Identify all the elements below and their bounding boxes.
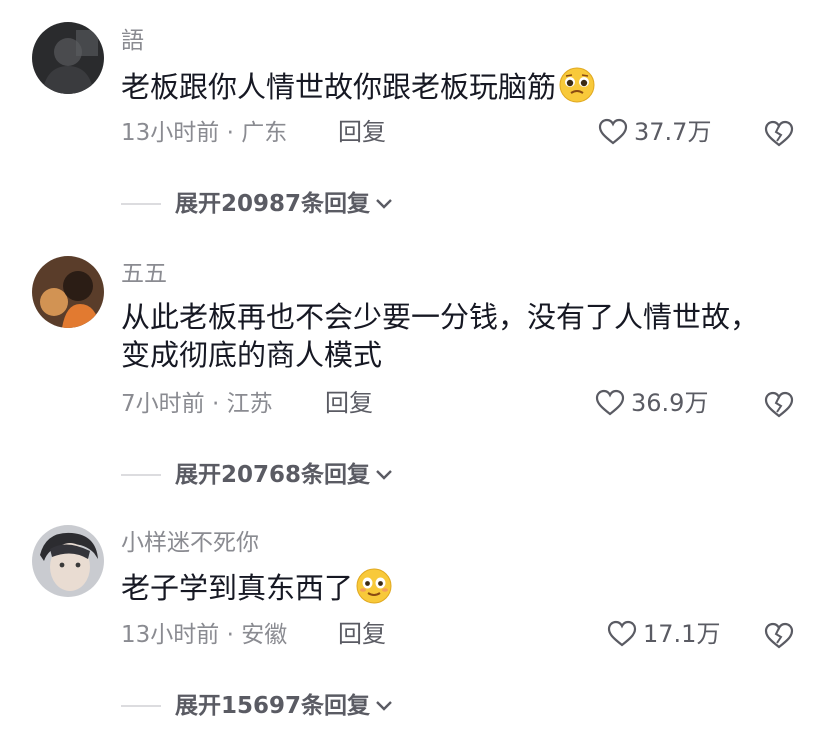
meta-separator: · [219,120,242,146]
comment-location: 安徽 [241,622,288,648]
comment-location: 江苏 [226,391,273,417]
heart-outline-icon [598,118,628,145]
pleading-face-emoji-icon [558,66,596,113]
like-button[interactable]: 17.1万 [607,619,720,649]
heart-outline-icon [595,389,625,416]
comment-meta: 7小时前 · 江苏 [121,389,273,419]
comment-meta: 13小时前 · 广东 [121,118,287,148]
comment-location: 广东 [241,120,288,146]
broken-heart-icon [764,120,794,147]
comment-text: 老子学到真东西了 [121,567,801,614]
like-count: 37.7万 [634,118,712,146]
comment-time: 7小时前 [121,391,205,417]
meta-separator: · [219,622,242,648]
expand-replies-button[interactable]: 展开20768条回复 [121,460,394,490]
reply-button[interactable]: 回复 [338,619,386,649]
expand-replies-label: 展开15697条回复 [175,693,371,719]
username[interactable]: 小样迷不死你 [121,528,259,558]
comment-text-content: 老子学到真东西了 [121,571,354,605]
reply-button[interactable]: 回复 [325,388,373,418]
dislike-button[interactable] [764,391,794,423]
broken-heart-icon [764,622,794,649]
like-count: 36.9万 [631,389,709,417]
expand-replies-label: 展开20768条回复 [175,462,371,488]
chevron-down-icon [376,199,392,209]
divider-line [121,474,161,476]
comment-text: 老板跟你人情世故你跟老板玩脑筋 [121,66,801,113]
comment-time: 13小时前 [121,622,220,648]
reply-button[interactable]: 回复 [338,117,386,147]
like-button[interactable]: 36.9万 [595,388,708,418]
expand-replies-button[interactable]: 展开15697条回复 [121,691,394,721]
comment-text-content: 老板跟你人情世故你跟老板玩脑筋 [121,70,557,104]
dislike-button[interactable] [764,120,794,152]
meta-separator: · [204,391,227,417]
expand-replies-label: 展开20987条回复 [175,191,371,217]
like-count: 17.1万 [643,620,721,648]
divider-line [121,705,161,707]
avatar[interactable] [32,256,104,328]
dislike-button[interactable] [764,622,794,654]
chevron-down-icon [376,701,392,711]
comment-time: 13小时前 [121,120,220,146]
username[interactable]: 五五 [121,259,167,289]
broken-heart-icon [764,391,794,418]
expand-replies-button[interactable]: 展开20987条回复 [121,189,394,219]
chevron-down-icon [376,470,392,480]
comment-meta: 13小时前 · 安徽 [121,620,287,650]
astonished-face-emoji-icon [355,567,393,614]
avatar[interactable] [32,525,104,597]
comment-text: 从此老板再也不会少要一分钱，没有了人情世故， 变成彻底的商人模式 [121,298,801,374]
username[interactable]: 語 [121,26,144,56]
like-button[interactable]: 37.7万 [598,117,711,147]
divider-line [121,203,161,205]
heart-outline-icon [607,620,637,647]
comment-text-content: 从此老板再也不会少要一分钱，没有了人情世故， 变成彻底的商人模式 [121,300,760,372]
avatar[interactable] [32,22,104,94]
